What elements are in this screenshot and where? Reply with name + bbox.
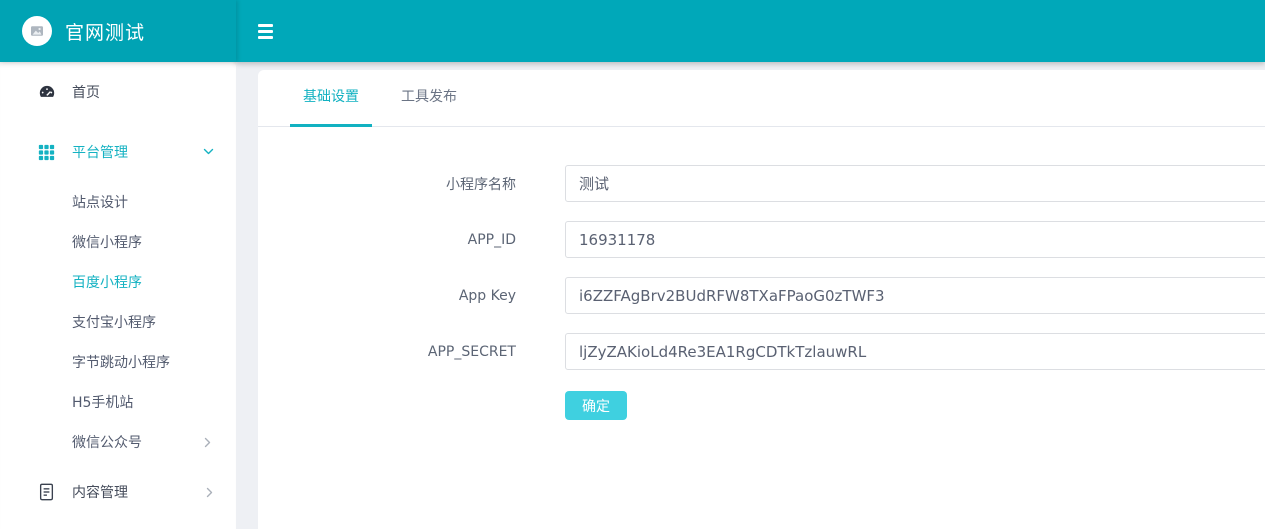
miniprogram-name-input[interactable] (565, 165, 1265, 202)
app-key-input[interactable] (565, 277, 1265, 314)
grid-icon (38, 144, 57, 161)
settings-form: 小程序名称 APP_ID App Key APP_SECRET 确定 (258, 127, 1265, 420)
app-key-label: App Key (290, 288, 516, 304)
sidebar-item-label: 首页 (72, 82, 214, 102)
sidebar-item-home[interactable]: 首页 (0, 62, 236, 122)
settings-card: 基础设置 工具发布 小程序名称 APP_ID App Key APP_SECRE… (258, 70, 1265, 529)
brand-header: 官网测试 (0, 0, 236, 62)
sidebar-item-site-design[interactable]: 站点设计 (0, 182, 236, 222)
app-id-input[interactable] (565, 221, 1265, 258)
sidebar-item-platform[interactable]: 平台管理 (0, 122, 236, 182)
app-logo (22, 16, 52, 46)
form-row: APP_SECRET (290, 333, 1265, 370)
sidebar-item-baidu-miniprogram[interactable]: 百度小程序 (0, 262, 236, 302)
app-secret-input[interactable] (565, 333, 1265, 370)
sidebar-item-bytedance-miniprogram[interactable]: 字节跳动小程序 (0, 342, 236, 382)
form-row: 小程序名称 (290, 165, 1265, 202)
topbar (236, 0, 1265, 62)
form-row: APP_ID (290, 221, 1265, 258)
document-icon (38, 483, 57, 501)
tabbar: 基础设置 工具发布 (258, 70, 1265, 127)
main-content: 基础设置 工具发布 小程序名称 APP_ID App Key APP_SECRE… (236, 62, 1265, 529)
sidebar-menu: 首页 平台管理 站点设计 微信小程序 (0, 62, 236, 522)
confirm-button[interactable]: 确定 (565, 391, 627, 420)
app-title: 官网测试 (65, 18, 145, 45)
chevron-right-icon (206, 487, 214, 498)
tab-basic-settings[interactable]: 基础设置 (290, 70, 372, 127)
tab-tool-release[interactable]: 工具发布 (388, 70, 470, 127)
sidebar-item-wechat-miniprogram[interactable]: 微信小程序 (0, 222, 236, 262)
chevron-right-icon (204, 437, 212, 448)
sidebar-submenu-platform: 站点设计 微信小程序 百度小程序 支付宝小程序 字节跳动小程序 H5手机站 微信… (0, 182, 236, 462)
sidebar-item-h5-mobile[interactable]: H5手机站 (0, 382, 236, 422)
sidebar: 首页 平台管理 站点设计 微信小程序 (0, 62, 236, 529)
hamburger-icon[interactable] (258, 24, 273, 39)
picture-icon (29, 23, 45, 39)
chevron-down-icon (203, 148, 214, 156)
sidebar-item-wechat-official[interactable]: 微信公众号 (0, 422, 236, 462)
sidebar-item-label: 内容管理 (72, 482, 206, 502)
form-row: App Key (290, 277, 1265, 314)
sidebar-item-content[interactable]: 内容管理 (0, 462, 236, 522)
sidebar-item-label: 平台管理 (72, 142, 203, 162)
sidebar-item-alipay-miniprogram[interactable]: 支付宝小程序 (0, 302, 236, 342)
app-id-label: APP_ID (290, 232, 516, 248)
dashboard-icon (38, 83, 57, 101)
button-row: 确定 (290, 391, 1265, 420)
miniprogram-name-label: 小程序名称 (290, 174, 516, 194)
app-secret-label: APP_SECRET (290, 344, 516, 360)
